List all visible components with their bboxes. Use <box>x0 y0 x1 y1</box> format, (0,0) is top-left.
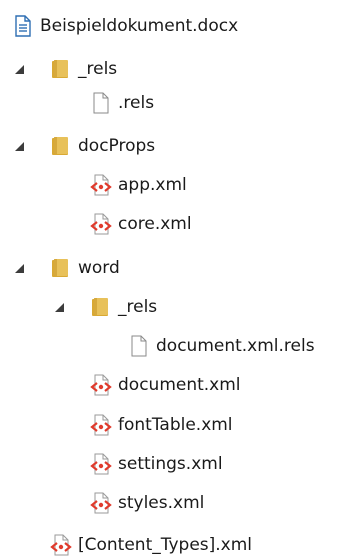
file-tree: Beispieldokument.docx _rels .rels docPro… <box>0 0 343 560</box>
tree-file-row[interactable]: Beispieldokument.docx <box>0 11 343 41</box>
xml-file-icon <box>90 174 112 196</box>
expand-toggle-icon[interactable] <box>55 303 64 312</box>
document-icon <box>12 15 34 37</box>
folder-icon <box>50 135 72 157</box>
tree-item-label: document.xml <box>118 375 241 395</box>
blank-file-icon <box>128 335 150 357</box>
tree-item-label: styles.xml <box>118 493 205 513</box>
tree-item-label: .rels <box>118 93 155 113</box>
tree-item-label: app.xml <box>118 175 187 195</box>
tree-item-label: [Content_Types].xml <box>78 535 253 555</box>
expand-toggle-icon[interactable] <box>15 65 24 74</box>
blank-file-icon <box>90 92 112 114</box>
xml-file-icon <box>90 453 112 475</box>
tree-folder-row[interactable]: docProps <box>0 131 343 161</box>
tree-file-row[interactable]: .rels <box>0 88 343 118</box>
xml-file-icon <box>90 213 112 235</box>
tree-file-row[interactable]: app.xml <box>0 170 343 200</box>
tree-item-label: word <box>78 258 120 278</box>
folder-icon <box>50 58 72 80</box>
tree-item-label: settings.xml <box>118 454 223 474</box>
xml-file-icon <box>90 374 112 396</box>
tree-folder-row[interactable]: _rels <box>0 54 343 84</box>
tree-file-row[interactable]: document.xml <box>0 370 343 400</box>
tree-item-label: docProps <box>78 136 156 156</box>
tree-item-label: fontTable.xml <box>118 415 233 435</box>
xml-file-icon <box>50 534 72 556</box>
tree-file-row[interactable]: core.xml <box>0 209 343 239</box>
tree-item-label: _rels <box>118 297 158 317</box>
xml-file-icon <box>90 414 112 436</box>
folder-icon <box>50 257 72 279</box>
tree-item-label: _rels <box>78 59 118 79</box>
tree-file-row[interactable]: [Content_Types].xml <box>0 530 343 560</box>
tree-file-row[interactable]: document.xml.rels <box>0 331 343 361</box>
folder-icon <box>90 296 112 318</box>
tree-folder-row[interactable]: word <box>0 253 343 283</box>
tree-file-row[interactable]: fontTable.xml <box>0 410 343 440</box>
tree-file-row[interactable]: settings.xml <box>0 449 343 479</box>
expand-toggle-icon[interactable] <box>15 142 24 151</box>
tree-folder-row[interactable]: _rels <box>0 292 343 322</box>
tree-item-label: core.xml <box>118 214 192 234</box>
tree-file-row[interactable]: styles.xml <box>0 488 343 518</box>
expand-toggle-icon[interactable] <box>15 264 24 273</box>
xml-file-icon <box>90 492 112 514</box>
tree-item-label: Beispieldokument.docx <box>40 16 239 36</box>
tree-item-label: document.xml.rels <box>156 336 315 356</box>
